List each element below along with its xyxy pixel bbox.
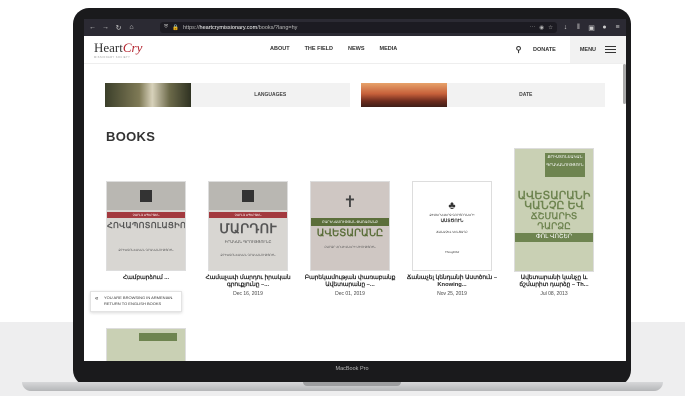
url-text: https://heartcrymissionary.com/books/?la… bbox=[183, 24, 298, 31]
cover-footer: ՔՐԻՍՏՈՆԵԱԿԱՆ ԳՐԱԿԱՆՈՒԹՅՈՒՆ bbox=[118, 248, 174, 252]
menu-icon[interactable]: ≡ bbox=[613, 23, 622, 32]
device-label: MacBook Pro bbox=[335, 366, 369, 372]
languages-filter[interactable]: LANGUAGES bbox=[105, 83, 350, 107]
search-icon[interactable]: ⚲ bbox=[514, 45, 523, 54]
book-title[interactable]: Համաչափ մարդու իրական գրուքյունը –... bbox=[202, 275, 294, 289]
cover-line: ՃԱՆԱՉԵԼ ԿԵՆՑԱՂԸ bbox=[436, 230, 468, 234]
lock-icon: 🔒 bbox=[172, 24, 179, 31]
book-date: Jul 08, 2013 bbox=[540, 291, 568, 297]
download-icon[interactable]: ↓ bbox=[561, 23, 570, 32]
notice-line-1: YOU ARE BROWSING IN ARMENIAN. bbox=[104, 295, 174, 300]
logo-subtitle: MISSIONARY SOCIETY bbox=[94, 56, 131, 59]
hamburger-icon bbox=[605, 46, 617, 53]
cover-band: ՓՈԼ ՎՈՇԵՐ bbox=[515, 233, 593, 242]
book-cover-partial[interactable] bbox=[106, 328, 186, 361]
cover-title-line: ԿԱՆՉԸ ԵՎ bbox=[524, 200, 584, 212]
page-title: BOOKS bbox=[106, 129, 156, 144]
menu-button[interactable]: MENU bbox=[569, 36, 626, 63]
return-to-english-link[interactable]: RETURN TO ENGLISH BOOKS bbox=[104, 301, 177, 307]
scene: ← → ↻ ⌂ ⛨ 🔒 https://heartcrymissionary.c… bbox=[0, 0, 685, 396]
browser-toolbar: ← → ↻ ⌂ ⛨ 🔒 https://heartcrymissionary.c… bbox=[84, 19, 626, 36]
book-date: Nov 25, 2019 bbox=[437, 291, 467, 297]
cover-subtitle: ԻՐԱԿԱՆ ԳՐՈՒԹՅՈՒՆԸ bbox=[224, 239, 272, 244]
book-cover[interactable]: ՔՐԻՍՏՈՆԵԱԿԱՆ ԳՐԱԿԱՆՈՒԹՅՈՒՆ ԱՎԵՏԱՐԱՆԻ ԿԱՆ… bbox=[514, 148, 594, 272]
cover-top-text: ՔՐԻՍՏՈՆԵԱԿԱՆ ԳՐԱԿԱՆՈՒԹՅՈՒՆ bbox=[545, 153, 585, 177]
book-cover[interactable]: ՉԱՐԼԶ ՍՊԵՐՋԵՆ ՀՈՎԱՊՈՏՈԼԱՑԻՈՑՆԵՐ ՔՐԻՍՏՈՆԵ… bbox=[106, 181, 186, 271]
book-date: Dec 16, 2019 bbox=[233, 291, 263, 297]
cover-band bbox=[139, 333, 177, 341]
forward-icon[interactable]: → bbox=[101, 23, 110, 32]
pocket-icon[interactable]: ◉ bbox=[539, 25, 544, 31]
cover-header bbox=[107, 182, 185, 210]
book-date: Dec 01, 2019 bbox=[335, 291, 365, 297]
cover-footer: Thoughtful bbox=[444, 250, 460, 254]
donate-link[interactable]: DONATE bbox=[533, 47, 556, 53]
back-icon[interactable]: ← bbox=[88, 23, 97, 32]
header-actions: ⚲ DONATE MENU bbox=[514, 36, 626, 63]
cross-icon: ✝ bbox=[343, 194, 357, 211]
star-icon[interactable]: ☆ bbox=[548, 25, 553, 31]
reader-icon[interactable]: ▣ bbox=[587, 23, 596, 32]
cover-footer: ԲԱՐՁՐ ՀՈՎԻՎՆԵՐԻ ՄԻՈՒԹՅՈՒՆ bbox=[324, 245, 376, 249]
main-nav: ABOUT THE FIELD NEWS MEDIA bbox=[270, 46, 397, 52]
cover-top-text: ՔԻՄԵՐԱՎԵՐՋ ԳՈՐԾՈՂՆԵՐԻ bbox=[429, 213, 475, 217]
chevron-left-icon: « bbox=[95, 296, 99, 302]
menu-label: MENU bbox=[579, 46, 597, 53]
language-notice[interactable]: « YOU ARE BROWSING IN ARMENIAN. RETURN T… bbox=[90, 291, 182, 312]
book-title[interactable]: Բարեկամության փառաբանք Ավետարանը –... bbox=[304, 275, 396, 289]
shield-icon: ⛨ bbox=[164, 24, 169, 30]
publisher-logo-icon bbox=[140, 190, 152, 202]
date-thumbnail bbox=[360, 83, 447, 107]
laptop-screen: ← → ↻ ⌂ ⛨ 🔒 https://heartcrymissionary.c… bbox=[84, 19, 626, 361]
address-bar[interactable]: ⛨ 🔒 https://heartcrymissionary.com/books… bbox=[160, 22, 557, 33]
publisher-logo-icon bbox=[242, 190, 254, 202]
clover-icon: ♣ bbox=[448, 200, 456, 212]
site-header: HeartCry MISSIONARY SOCIETY ABOUT THE FI… bbox=[84, 36, 626, 64]
cover-band: ՉԱՐԼԶ ՍՊԵՐՋԵՆ bbox=[107, 212, 185, 218]
cover-title-line: ՃՇՄԱՐԻՏ ԴԱՐՁԸ bbox=[530, 211, 578, 231]
book-title[interactable]: Ճանաչել կենդանի Աստծուն – Knowing... bbox=[406, 275, 498, 289]
languages-thumbnail bbox=[105, 83, 191, 107]
book-cover[interactable]: ♣ ՔԻՄԵՐԱՎԵՐՋ ԳՈՐԾՈՂՆԵՐԻ ԱՍՏԾՈՒՆ ՃԱՆԱՉԵԼ … bbox=[412, 181, 492, 271]
reload-icon[interactable]: ↻ bbox=[114, 23, 123, 32]
cover-title: ԱՍՏԾՈՒՆ bbox=[440, 218, 464, 223]
home-icon[interactable]: ⌂ bbox=[127, 23, 136, 32]
book-cover[interactable]: ՉԱՐԼԶ ՍՊԵՐՋԵՆ ՄԱՐԴՈՒ ԻՐԱԿԱՆ ԳՐՈՒԹՅՈՒՆԸ Ք… bbox=[208, 181, 288, 271]
library-icon[interactable]: ‖ bbox=[574, 23, 583, 32]
site-logo[interactable]: HeartCry bbox=[94, 40, 142, 56]
nav-about[interactable]: ABOUT bbox=[270, 46, 290, 52]
nav-media[interactable]: MEDIA bbox=[379, 46, 397, 52]
more-icon[interactable]: ⋯ bbox=[530, 25, 536, 31]
cover-title: ՄԱՐԴՈՒ bbox=[219, 221, 277, 236]
cover-band: ՉԱՐԼԶ ՍՊԵՐՋԵՆ bbox=[209, 212, 287, 218]
book-title[interactable]: Ավետարանի կանչը և ճշմարիտ դարձը – Th... bbox=[508, 275, 600, 289]
date-label: DATE bbox=[519, 92, 533, 98]
cover-band: ԲԱՐԵԿԱՄՈՒԹՅԱՆ ՓԱՌԱԲԱՆՔ bbox=[311, 218, 389, 226]
cover-title: ՀՈՎԱՊՈՏՈԼԱՑԻՈՑՆԵՐ bbox=[107, 221, 186, 230]
account-icon[interactable]: ● bbox=[600, 23, 609, 32]
filter-bar: LANGUAGES DATE bbox=[105, 83, 605, 109]
nav-the-field[interactable]: THE FIELD bbox=[305, 46, 333, 52]
scrollbar[interactable] bbox=[623, 64, 626, 104]
cover-footer: ՔՐԻՍՏՈՆԵԱԿԱՆ ԳՐԱԿԱՆՈՒԹՅՈՒՆ bbox=[220, 253, 276, 257]
languages-label: LANGUAGES bbox=[254, 92, 287, 98]
laptop-notch bbox=[303, 382, 401, 386]
date-filter[interactable]: DATE bbox=[360, 83, 605, 107]
nav-news[interactable]: NEWS bbox=[348, 46, 365, 52]
cover-header bbox=[209, 182, 287, 210]
book-title[interactable]: Համբարձում ... bbox=[100, 275, 192, 282]
book-cover[interactable]: ✝ ԲԱՐԵԿԱՄՈՒԹՅԱՆ ՓԱՌԱԲԱՆՔ ԱՎԵՏԱՐԱՆԸ ԲԱՐՁՐ… bbox=[310, 181, 390, 271]
cover-title: ԱՎԵՏԱՐԱՆԸ bbox=[316, 228, 384, 239]
